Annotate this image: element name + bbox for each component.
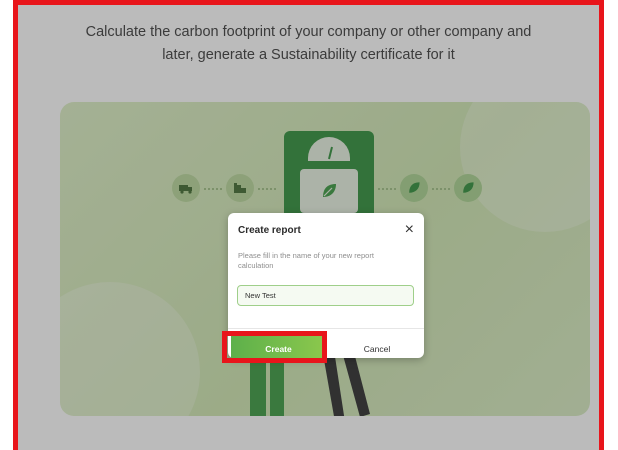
dialog-description: Please fill in the name of your new repo… (238, 251, 374, 270)
close-icon[interactable]: × (405, 221, 414, 239)
dialog-divider (228, 328, 424, 329)
cancel-button[interactable]: Cancel (334, 336, 420, 361)
dialog-title: Create report (238, 225, 301, 236)
create-button-highlight (222, 331, 327, 363)
report-name-input[interactable]: New Test (237, 285, 414, 306)
